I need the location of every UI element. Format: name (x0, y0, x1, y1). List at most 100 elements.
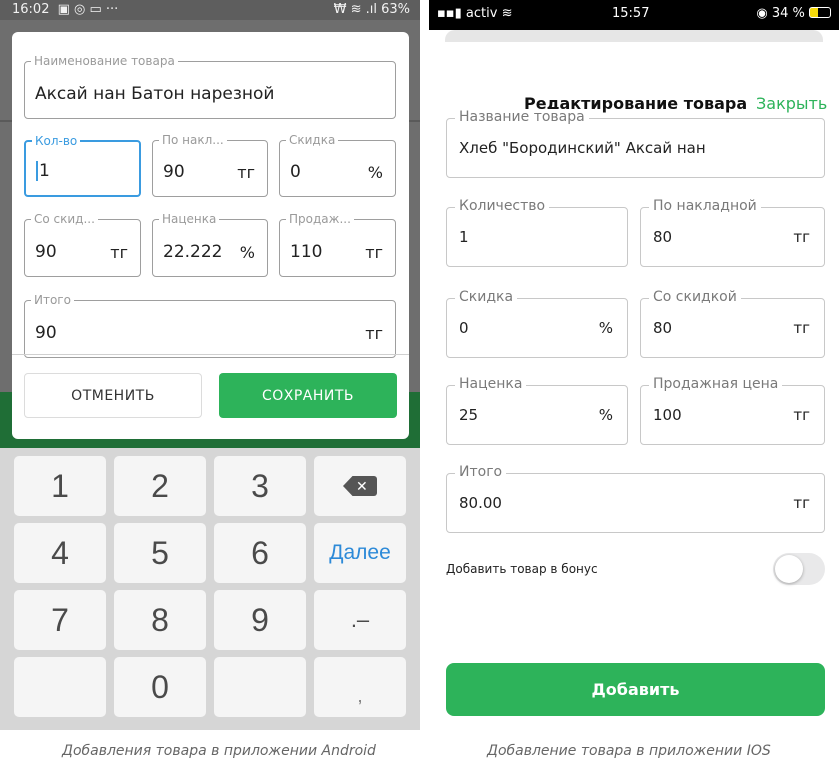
key-2[interactable]: 2 (114, 456, 206, 516)
close-button[interactable]: Закрыть (756, 94, 827, 113)
cancel-button[interactable]: ОТМЕНИТЬ (24, 373, 202, 418)
invoice-price-value: 80 (653, 228, 673, 246)
sale-price-label: Продаж... (286, 212, 354, 226)
key-6[interactable]: 6 (214, 523, 306, 583)
sale-price-unit: тг (365, 243, 383, 262)
with-discount-label: Со скид... (31, 212, 98, 226)
total-value: 80.00 (459, 494, 502, 512)
status-icons: ▣ ◎ ▭ ··· (57, 2, 119, 17)
with-discount-unit: тг (793, 319, 810, 337)
android-status-bar: 16:02 ▣ ◎ ▭ ··· ₩ ≋ .ıl 63% (0, 0, 420, 20)
signal-icon: ▪▪▮ (437, 6, 462, 21)
markup-value: 22.222 (163, 242, 223, 262)
ios-caption: Добавление товара в приложении IOS (487, 743, 771, 759)
markup-unit: % (239, 243, 255, 262)
key-3[interactable]: 3 (214, 456, 306, 516)
carrier: ▪▪▮ activ ≋ (437, 6, 513, 21)
with-discount-unit: тг (110, 243, 128, 262)
status-battery: ◉ 34 % (756, 6, 831, 21)
battery-percent: 34 % (771, 6, 805, 21)
discount-value: 0 (290, 162, 301, 182)
sale-price-field[interactable]: Продажная цена 100 тг (640, 376, 825, 445)
quantity-label: Кол-во (32, 134, 81, 148)
invoice-price-field[interactable]: По накл... 90 тг (152, 133, 268, 197)
sale-price-value: 100 (653, 406, 682, 424)
total-label: Итого (31, 293, 74, 307)
total-field[interactable]: Итого 90 тг (24, 293, 396, 358)
status-right: ₩ ≋ .ıl 63% (333, 2, 410, 17)
status-left: 16:02 ▣ ◎ ▭ ··· (12, 2, 118, 17)
key-empty[interactable] (14, 657, 106, 717)
dot-dash-key[interactable]: .– (314, 590, 406, 650)
backspace-key[interactable]: ✕ (314, 456, 406, 516)
next-key[interactable]: Далее (314, 523, 406, 583)
ios-status-bar: ▪▪▮ activ ≋ 15:57 ◉ 34 % (429, 0, 839, 30)
discount-label: Скидка (455, 289, 518, 305)
sale-price-label: Продажная цена (649, 376, 783, 392)
total-label: Итого (455, 464, 507, 480)
quantity-value: 1 (36, 161, 50, 181)
product-name-value: Хлеб "Бородинский" Аксай нан (459, 139, 706, 157)
sale-price-value: 110 (290, 242, 323, 262)
backspace-icon: ✕ (343, 476, 377, 496)
bonus-label: Добавить товар в бонус (446, 562, 598, 576)
discount-unit: % (598, 319, 613, 337)
dialog-divider (12, 354, 409, 355)
invoice-price-value: 90 (163, 162, 185, 182)
numeric-keyboard: 1 2 3 ✕ 4 5 6 Далее 7 8 9 .– 0 , (0, 448, 420, 730)
markup-field[interactable]: Наценка 22.222 % (152, 212, 268, 277)
key-1[interactable]: 1 (14, 456, 106, 516)
bonus-toggle[interactable] (773, 553, 825, 585)
toggle-knob (775, 555, 803, 583)
discount-field[interactable]: Скидка 0 % (446, 289, 628, 358)
quantity-field[interactable]: Количество 1 (446, 198, 628, 267)
key-7[interactable]: 7 (14, 590, 106, 650)
save-button[interactable]: СОХРАНИТЬ (219, 373, 397, 418)
key-5[interactable]: 5 (114, 523, 206, 583)
status-time: 15:57 (612, 6, 650, 21)
alarm-icon: ◉ (756, 6, 768, 21)
total-unit: тг (365, 324, 383, 343)
discount-label: Скидка (286, 133, 339, 147)
product-name-value: Аксай нан Батон нарезной (35, 84, 275, 104)
android-caption: Добавления товара в приложении Android (62, 743, 376, 759)
carrier-name: activ (465, 6, 498, 21)
wifi-icon: ≋ (501, 6, 513, 21)
discount-value: 0 (459, 319, 469, 337)
product-name-field[interactable]: Наименование товара Аксай нан Батон наре… (24, 54, 396, 119)
with-discount-field[interactable]: Со скидкой 80 тг (640, 289, 825, 358)
with-discount-field[interactable]: Со скид... 90 тг (24, 212, 141, 277)
key-0[interactable]: 0 (114, 657, 206, 717)
battery-icon (809, 7, 831, 18)
quantity-label: Количество (455, 198, 550, 214)
invoice-price-label: По накладной (649, 198, 761, 214)
with-discount-value: 90 (35, 242, 57, 262)
invoice-price-unit: тг (237, 163, 255, 182)
ios-screenshot: ▪▪▮ activ ≋ 15:57 ◉ 34 % Редактирование … (429, 0, 839, 730)
total-unit: тг (793, 494, 810, 512)
sale-price-field[interactable]: Продаж... 110 тг (279, 212, 396, 277)
markup-label: Наценка (159, 212, 220, 226)
with-discount-value: 80 (653, 319, 673, 337)
total-field[interactable]: Итого 80.00 тг (446, 464, 825, 533)
key-4[interactable]: 4 (14, 523, 106, 583)
invoice-price-field[interactable]: По накладной 80 тг (640, 198, 825, 267)
product-name-label: Название товара (455, 109, 589, 125)
edit-product-dialog: Наименование товара Аксай нан Батон наре… (12, 32, 409, 439)
markup-unit: % (598, 406, 613, 424)
product-name-field[interactable]: Название товара Хлеб "Бородинский" Аксай… (446, 109, 825, 178)
discount-field[interactable]: Скидка 0 % (279, 133, 396, 197)
markup-field[interactable]: Наценка 25 % (446, 376, 628, 445)
total-value: 90 (35, 323, 57, 343)
markup-value: 25 (459, 406, 479, 424)
key-9[interactable]: 9 (214, 590, 306, 650)
markup-label: Наценка (455, 376, 527, 392)
key-8[interactable]: 8 (114, 590, 206, 650)
quantity-field[interactable]: Кол-во 1 (24, 134, 141, 197)
status-time: 16:02 (12, 2, 50, 17)
sale-price-unit: тг (793, 406, 810, 424)
add-button[interactable]: Добавить (446, 663, 825, 716)
comma-key[interactable]: , (314, 657, 406, 717)
invoice-price-label: По накл... (159, 133, 227, 147)
key-empty-2[interactable] (214, 657, 306, 717)
